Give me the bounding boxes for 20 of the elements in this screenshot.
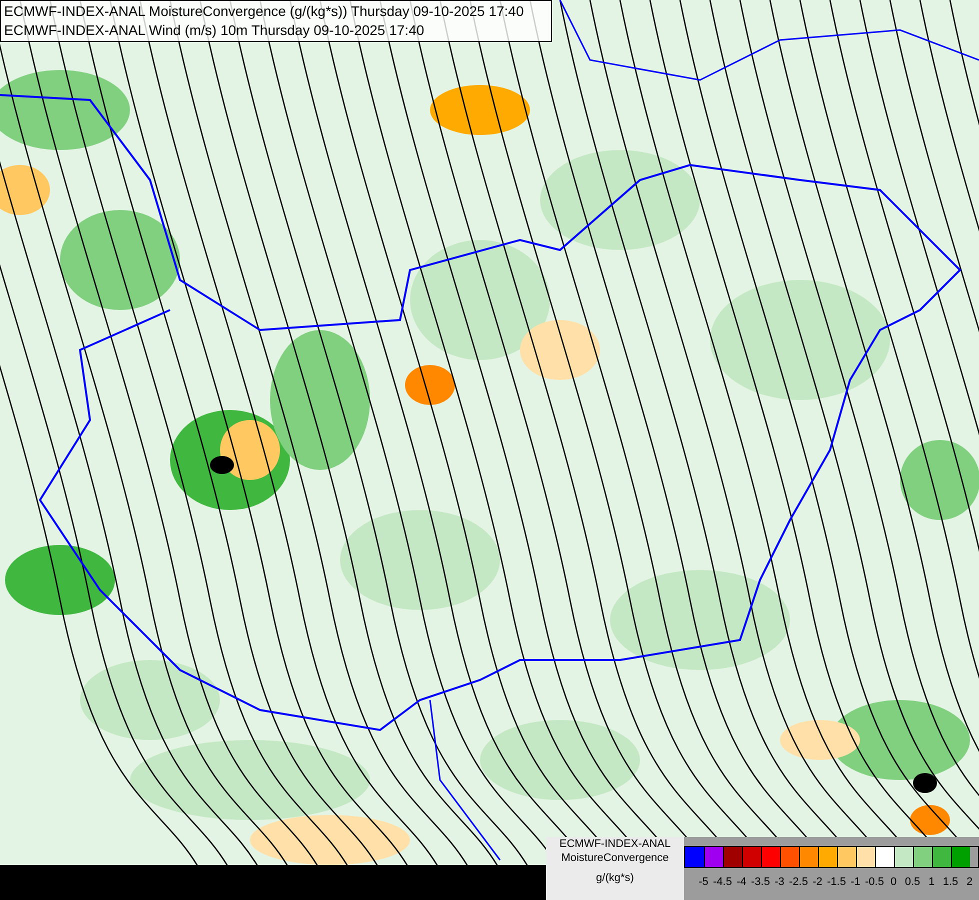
legend-tick-label: -3: [774, 875, 786, 889]
legend-tick-label: -0.5: [865, 875, 884, 889]
legend-tick-label: 0.5: [904, 875, 922, 889]
legend-tick-label: -5: [698, 875, 710, 889]
legend-tick-label: -1.5: [827, 875, 846, 889]
legend-tick-label: 2: [965, 875, 974, 889]
legend-tick-label: -2.5: [789, 875, 808, 889]
map-title: ECMWF-INDEX-ANAL Wind (m/s) 10m Thursday 09-10-2025 17:40: [4, 21, 426, 40]
legend-tick-label: 1.5: [942, 875, 960, 889]
legend-tick-label: -3.5: [751, 875, 770, 889]
legend-title: ECMWF-INDEX-ANAL: [559, 837, 671, 851]
legend-tick-label: -4: [736, 875, 748, 889]
legend-tick-label: -2: [812, 875, 824, 889]
legend-tick-label: -4.5: [713, 875, 732, 889]
legend-title: MoistureConvergence: [561, 851, 669, 865]
legend-tick-label: 0: [889, 875, 898, 889]
map-title: ECMWF-INDEX-ANAL MoistureConvergence (g/(kg*s)) Thursday 09-10-2025 17:40: [4, 2, 525, 21]
legend-unit: g/(kg*s): [596, 871, 634, 885]
legend-tick-label: 1: [927, 875, 936, 889]
legend-tick-label: -1: [850, 875, 862, 889]
